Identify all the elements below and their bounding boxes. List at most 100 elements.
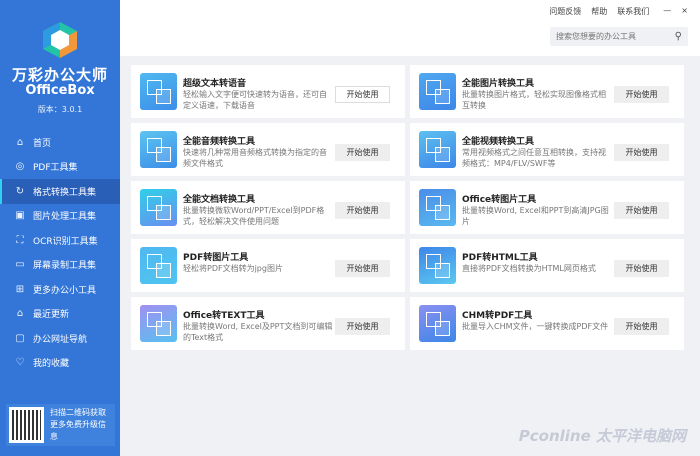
refresh-icon: ↻ — [15, 185, 25, 197]
image-icon: ▣ — [15, 210, 25, 222]
sidebar-item-4[interactable]: ⛶ OCR识别工具集 — [0, 228, 120, 253]
tool-title: CHM转PDF工具 — [462, 311, 533, 321]
tool-title: Office转TEXT工具 — [183, 311, 265, 321]
tool-card[interactable]: PDF转图片工具 轻松将PDF文档转为jpg图片 开始使用 — [131, 239, 405, 292]
tool-icon — [419, 305, 456, 342]
sidebar-item-label: 我的收藏 — [33, 359, 70, 370]
tool-card[interactable]: 全能文档转换工具 批量转换微软Word/PPT/Excel到PDF格式，轻松解决… — [131, 181, 405, 234]
start-button[interactable]: 开始使用 — [614, 144, 669, 161]
app-name-en: OfficeBox — [25, 83, 95, 98]
search-input[interactable] — [556, 32, 666, 41]
start-button[interactable]: 开始使用 — [335, 86, 390, 103]
sidebar-item-2[interactable]: ↻ 格式转换工具集 — [0, 179, 120, 204]
sidebar-item-label: 更多办公小工具 — [33, 285, 97, 296]
tool-icon — [140, 189, 177, 226]
tool-desc: 快速将几种常用音频格式转换为指定的音频文件格式 — [183, 148, 327, 168]
qr-promo[interactable]: 扫描二维码获取 更多免费升级信息 — [6, 404, 115, 446]
tool-title: PDF转图片工具 — [183, 253, 249, 263]
sidebar-item-9[interactable]: ♡ 我的收藏 — [0, 351, 120, 376]
sidebar-item-0[interactable]: ⌂ 首页 — [0, 130, 120, 155]
sidebar-nav: ⌂ 首页 ◎ PDF工具集 ↻ 格式转换工具集 ▣ 图片处理工具集 ⛶ OCR识别工具集 ▭ 屏幕录制… — [0, 130, 120, 375]
tool-card[interactable]: 全能图片转换工具 批量转换图片格式，轻松实现图像格式相互转换 开始使用 — [410, 65, 684, 118]
sidebar-item-7[interactable]: ⌂ 最近更新 — [0, 302, 120, 327]
help-link[interactable]: 帮助 — [591, 6, 607, 17]
sidebar-item-label: 屏幕录制工具集 — [33, 261, 97, 272]
tool-card[interactable]: 超级文本转语音 轻松输入文字便可快速转为语音，还可自定义语速，下载语音 开始使用 — [131, 65, 405, 118]
sidebar-item-label: 最近更新 — [33, 310, 70, 321]
tool-icon — [140, 247, 177, 284]
search-icon[interactable]: ⚲ — [675, 31, 682, 42]
pdf-icon: ◎ — [15, 161, 25, 173]
tool-desc: 轻松将PDF文档转为jpg图片 — [183, 264, 283, 273]
tool-title: 全能音频转换工具 — [183, 137, 256, 147]
start-button[interactable]: 开始使用 — [614, 202, 669, 219]
tool-desc: 轻松输入文字便可快速转为语音，还可自定义语速，下载语音 — [183, 90, 327, 110]
scan-icon: ⛶ — [16, 234, 24, 246]
tool-card[interactable]: CHM转PDF工具 批量导入CHM文件，一键转换成PDF文件 开始使用 — [410, 297, 684, 350]
start-button[interactable]: 开始使用 — [614, 86, 669, 103]
watermark: Pconline 太平洋电脑网 — [518, 427, 686, 445]
tool-icon — [419, 247, 456, 284]
sidebar-item-label: 办公网址导航 — [33, 334, 88, 345]
tool-desc: 常用视频格式之间任意互相转换，支持视频格式：MP4/FLV/SWF等 — [462, 148, 606, 168]
tool-title: 全能图片转换工具 — [462, 79, 535, 89]
tool-desc: 批量转换Word, Excel和PPT到高清JPG图片 — [462, 206, 609, 226]
sidebar-item-3[interactable]: ▣ 图片处理工具集 — [0, 204, 120, 229]
tool-icon — [140, 305, 177, 342]
app-name: 万彩办公大师 — [11, 66, 108, 84]
tool-title: 全能视频转换工具 — [462, 137, 535, 147]
sidebar: 万彩办公大师 OfficeBox 版本：3.0.1 ⌂ 首页 ◎ PDF工具集 ↻ 格式转… — [0, 0, 120, 456]
app-logo-icon — [43, 22, 77, 58]
tool-desc: 批量导入CHM文件，一键转换成PDF文件 — [462, 322, 609, 331]
tool-desc: 批量转换微软Word/PPT/Excel到PDF格式，轻松解决文件使用问题 — [183, 206, 325, 226]
feedback-link[interactable]: 问题反馈 — [549, 6, 581, 17]
sidebar-item-label: 首页 — [33, 138, 52, 149]
sidebar-item-label: OCR识别工具集 — [33, 236, 98, 247]
search-box: ⚲ — [550, 27, 688, 46]
version-label: 版本：3.0.1 — [37, 105, 83, 114]
qr-text-line: 更多免费升级信息 — [50, 420, 107, 441]
new-icon: ⌂ — [16, 308, 24, 320]
top-bar: 问题反馈 帮助 联系我们 — × ⚲ — [120, 0, 700, 56]
tool-title: PDF转HTML工具 — [462, 253, 538, 263]
minimize-button[interactable]: — — [663, 6, 671, 17]
tool-card[interactable]: PDF转HTML工具 直接将PDF文档转换为HTML网页格式 开始使用 — [410, 239, 684, 292]
sidebar-item-label: PDF工具集 — [33, 163, 78, 174]
sidebar-item-5[interactable]: ▭ 屏幕录制工具集 — [0, 253, 120, 278]
qr-code-icon — [9, 407, 45, 443]
monitor-icon: ▭ — [15, 259, 25, 271]
start-button[interactable]: 开始使用 — [335, 260, 390, 277]
tool-icon — [419, 73, 456, 110]
tool-card[interactable]: Office转TEXT工具 批量转换Word, Excel及PPT文档到可编辑的… — [131, 297, 405, 350]
heart-icon: ♡ — [15, 357, 25, 369]
start-button[interactable]: 开始使用 — [335, 318, 390, 335]
start-button[interactable]: 开始使用 — [614, 260, 669, 277]
tool-desc: 批量转换Word, Excel及PPT文档到可编辑的Text格式 — [183, 322, 333, 342]
start-button[interactable]: 开始使用 — [335, 202, 390, 219]
tool-title: 超级文本转语音 — [183, 79, 247, 89]
sidebar-item-8[interactable]: ▢ 办公网址导航 — [0, 326, 120, 351]
sidebar-item-label: 格式转换工具集 — [33, 187, 97, 198]
sidebar-item-label: 图片处理工具集 — [33, 212, 97, 223]
tool-icon — [419, 189, 456, 226]
sidebar-item-6[interactable]: ⊞ 更多办公小工具 — [0, 277, 120, 302]
tool-card[interactable]: 全能音频转换工具 快速将几种常用音频格式转换为指定的音频文件格式 开始使用 — [131, 123, 405, 176]
qr-text-line: 扫描二维码获取 — [50, 408, 107, 417]
start-button[interactable]: 开始使用 — [614, 318, 669, 335]
browser-icon: ▢ — [15, 332, 25, 344]
tool-card[interactable]: Office转图片工具 批量转换Word, Excel和PPT到高清JPG图片 … — [410, 181, 684, 234]
grid-icon: ⊞ — [15, 283, 25, 295]
home-icon: ⌂ — [16, 136, 24, 148]
tool-title: Office转图片工具 — [462, 195, 537, 205]
tool-desc: 批量转换图片格式，轻松实现图像格式相互转换 — [462, 90, 606, 110]
start-button[interactable]: 开始使用 — [335, 144, 390, 161]
tool-card[interactable]: 全能视频转换工具 常用视频格式之间任意互相转换，支持视频格式：MP4/FLV/S… — [410, 123, 684, 176]
tool-icon — [419, 131, 456, 168]
contact-link[interactable]: 联系我们 — [617, 6, 649, 17]
tool-desc: 直接将PDF文档转换为HTML网页格式 — [462, 264, 596, 273]
close-button[interactable]: × — [681, 6, 688, 17]
tool-title: 全能文档转换工具 — [183, 195, 256, 205]
tool-icon — [140, 131, 177, 168]
tool-icon — [140, 73, 177, 110]
sidebar-item-1[interactable]: ◎ PDF工具集 — [0, 155, 120, 180]
